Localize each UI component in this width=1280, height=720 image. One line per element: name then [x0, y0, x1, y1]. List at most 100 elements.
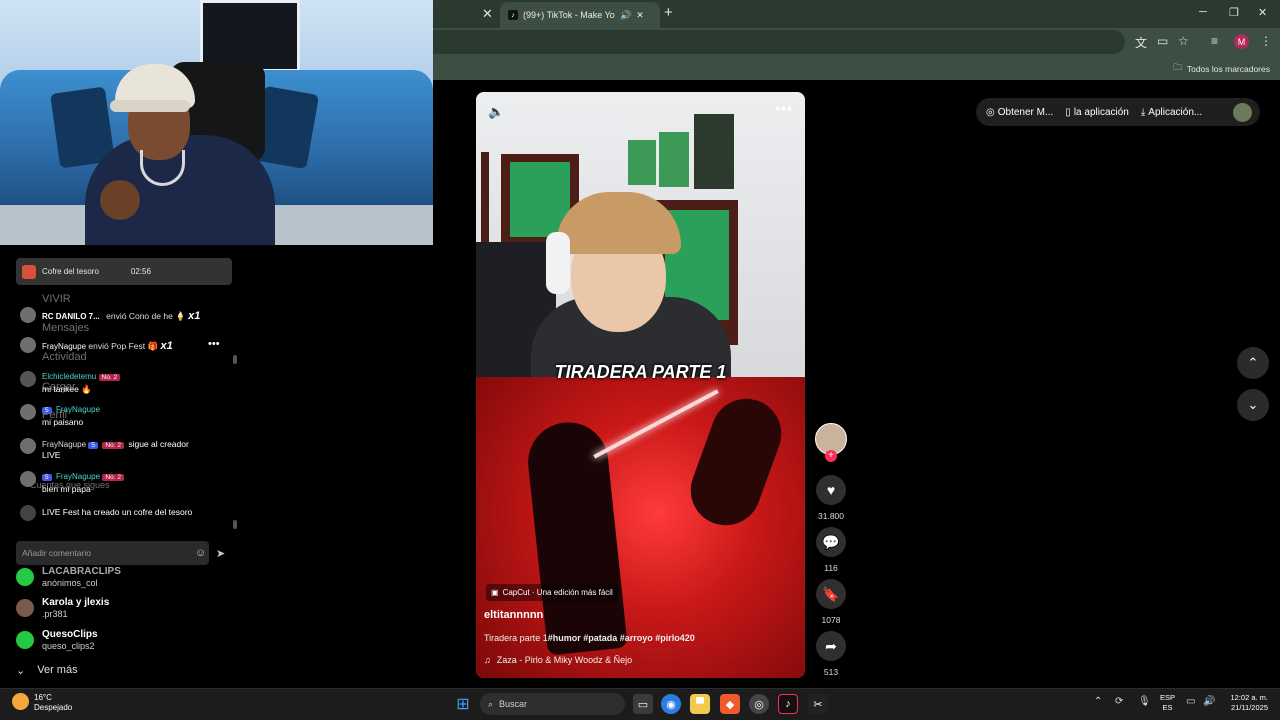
share-button[interactable]: ➦: [816, 631, 846, 661]
chat-scrollbar[interactable]: [233, 355, 237, 364]
chevron-down-icon: ⌄: [16, 665, 26, 677]
comment-count: 116: [824, 563, 838, 573]
next-video-button[interactable]: ⌄: [1237, 389, 1269, 421]
video-headphones: [546, 232, 570, 294]
capcut-link[interactable]: ▣ CapCut · Una edición más fácil: [486, 584, 618, 601]
language-indicator[interactable]: ESP ES: [1160, 693, 1175, 713]
brave-icon[interactable]: ◆: [720, 694, 740, 714]
chevron-down-icon: ⌄: [1247, 397, 1259, 412]
avatar: [20, 438, 36, 454]
follow-plus-icon[interactable]: +: [825, 450, 837, 462]
account-avatar: [16, 568, 34, 586]
phone-icon: ▯: [1065, 106, 1071, 118]
desktop-app-button[interactable]: ⤓ Aplicación...: [1141, 107, 1202, 118]
account-avatar: [16, 599, 34, 617]
save-count: 1078: [821, 615, 841, 625]
all-bookmarks[interactable]: 🗀 Todos los marcadores: [1173, 62, 1270, 76]
translate-icon[interactable]: 文: [1135, 34, 1147, 51]
comment-icon: 💬: [822, 533, 840, 550]
microphone-icon[interactable]: 🎙: [1138, 696, 1151, 707]
steam-icon[interactable]: ◎: [749, 694, 769, 714]
comment-input[interactable]: Añadir comentario: [16, 541, 209, 565]
video-description: Tiradera parte 1#humor #patada #arroyo #…: [484, 633, 695, 643]
windows-start-icon[interactable]: ⊞: [453, 694, 473, 714]
video-music[interactable]: ♫ Zaza - Pirlo & Miky Woodz & Ñejo: [484, 655, 632, 665]
close-tab-icon[interactable]: ✕: [482, 6, 493, 22]
video-poster: [628, 140, 656, 185]
restore-icon[interactable]: ❐: [1229, 6, 1239, 19]
search-icon: ⌕: [488, 698, 494, 709]
more-options-icon[interactable]: •••: [775, 100, 793, 116]
avatar: [20, 471, 36, 487]
close-icon[interactable]: ✕: [636, 10, 644, 21]
level-badge: 5: [42, 474, 52, 481]
weather-widget[interactable]: 16°C Despejado: [34, 693, 72, 713]
more-options-icon[interactable]: •••: [208, 338, 220, 350]
video-poster: [694, 114, 734, 189]
browser-tab-tiktok[interactable]: ♪ (99+) TikTok - Make Your Da 🔊 ✕: [500, 2, 660, 28]
treasure-chest-icon: [22, 264, 36, 279]
video-player[interactable]: TIRADERA PARTE 1 🔈 ••• ▣ CapCut · Una ed…: [476, 92, 805, 678]
gift-popfest-icon: 🎁: [147, 341, 159, 351]
new-tab-button[interactable]: +: [664, 4, 673, 21]
video-hashtags[interactable]: #humor #patada #arroyo #pirlo420: [548, 633, 695, 643]
close-window-icon[interactable]: ✕: [1258, 6, 1267, 19]
profile-avatar[interactable]: M: [1234, 34, 1249, 49]
webcam-person-cap-brim: [110, 100, 190, 112]
network-icon[interactable]: ▭: [1186, 696, 1195, 707]
taskbar-search[interactable]: ⌕ Buscar: [480, 693, 625, 715]
treasure-timer: 02:56: [130, 267, 151, 276]
bookmark-icon: 🔖: [822, 585, 840, 602]
video-overlay-title: TIRADERA PARTE 1: [554, 362, 727, 382]
get-coins-button[interactable]: ◎ Obtener M...: [986, 107, 1053, 118]
chat-scrollbar[interactable]: [233, 520, 237, 529]
get-app-button[interactable]: ▯ la aplicación: [1065, 107, 1129, 118]
file-explorer-icon[interactable]: ▀: [690, 694, 710, 714]
webcam-hand: [100, 180, 140, 220]
webcam-overlay: [0, 0, 433, 245]
star-icon[interactable]: ☆: [1178, 34, 1189, 48]
rank-badge: No. 2: [102, 442, 124, 449]
like-button[interactable]: ♥: [816, 475, 846, 505]
see-more-button[interactable]: ⌄ Ver más: [16, 664, 78, 677]
avatar: [20, 371, 36, 387]
gift-cone-icon: 🍦: [175, 311, 186, 321]
avatar: [20, 307, 36, 323]
minimize-icon[interactable]: ─: [1199, 6, 1207, 18]
chrome-icon[interactable]: ◉: [661, 694, 681, 714]
tiktok-icon[interactable]: ♪: [778, 694, 798, 714]
level-badge: 5: [88, 442, 99, 449]
save-button[interactable]: 🔖: [816, 579, 846, 609]
treasure-chest-banner[interactable]: Cofre del tesoro 02:56: [16, 258, 232, 285]
coin-icon: ◎: [986, 106, 995, 118]
folder-icon: 🗀: [1173, 62, 1182, 72]
task-view-icon[interactable]: ▭: [633, 694, 653, 714]
video-author[interactable]: eltitannnnn: [484, 609, 543, 621]
chevron-up-icon: ⌃: [1247, 355, 1259, 370]
level-badge: 5: [42, 407, 52, 414]
heart-icon: ♥: [826, 482, 836, 498]
capcut-icon: ▣: [491, 588, 499, 597]
system-clock[interactable]: 12:02 a. m. 21/11/2025: [1200, 693, 1268, 713]
volume-icon[interactable]: 🔈: [488, 104, 504, 120]
previous-video-button[interactable]: ⌃: [1237, 347, 1269, 379]
weather-sun-icon[interactable]: [12, 693, 29, 710]
video-poster: [659, 132, 689, 187]
menu-dots-icon[interactable]: ⋮: [1260, 34, 1272, 48]
speaker-icon[interactable]: 🔊: [620, 10, 631, 21]
like-count: 31.800: [818, 511, 844, 521]
rank-badge: No. 2: [102, 474, 124, 481]
share-icon: ➦: [825, 637, 837, 654]
cast-icon[interactable]: ▭: [1157, 34, 1168, 48]
avatar: [20, 404, 36, 420]
capcut-app-icon[interactable]: ✂: [808, 694, 828, 714]
comment-button[interactable]: 💬: [816, 527, 846, 557]
emoji-icon[interactable]: ☺: [195, 547, 206, 559]
media-icon[interactable]: ≡: [1211, 34, 1218, 48]
send-icon[interactable]: ➤: [216, 547, 225, 560]
user-avatar[interactable]: [1233, 103, 1252, 122]
tiktok-icon: ♪: [508, 10, 518, 20]
rank-badge: No. 2: [98, 374, 121, 381]
chevron-up-icon[interactable]: ⌃: [1094, 696, 1102, 707]
sync-icon[interactable]: ⟳: [1115, 696, 1123, 707]
